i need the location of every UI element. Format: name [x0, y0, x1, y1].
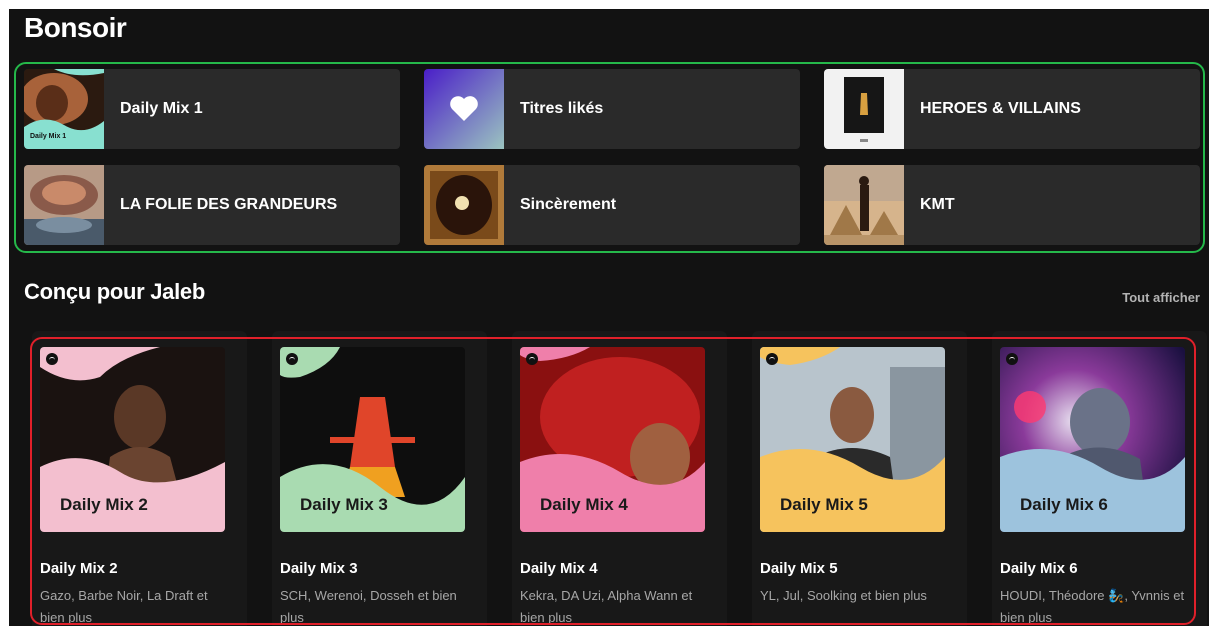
shortcuts-highlight — [14, 62, 1205, 253]
greeting-title: Bonsoir — [24, 12, 127, 43]
home-page: Bonsoir Daily Mix 1 Daily Mix 1 Titres l… — [9, 9, 1209, 626]
made-for-highlight — [30, 337, 1196, 625]
section-title: Conçu pour Jaleb — [24, 279, 205, 304]
show-all-link[interactable]: Tout afficher — [1122, 290, 1200, 305]
